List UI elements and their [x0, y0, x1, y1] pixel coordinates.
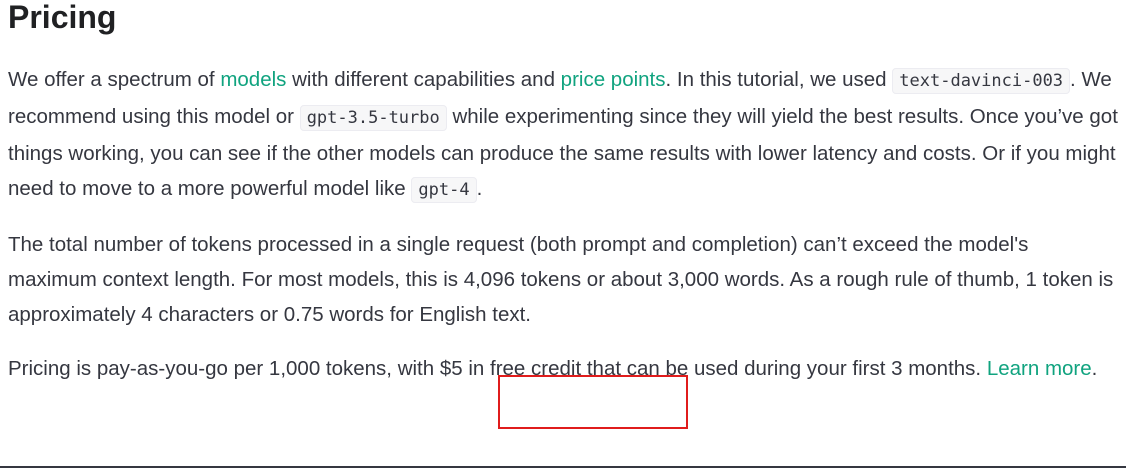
pricing-paragraph: Pricing is pay-as-you-go per 1,000 token… [8, 351, 1120, 386]
models-link[interactable]: models [220, 68, 286, 91]
text-span: . [1091, 357, 1098, 380]
text-span: with different capabilities and [286, 68, 561, 91]
divider [0, 466, 1126, 468]
inline-code-gpt-4: gpt-4 [411, 177, 477, 203]
price-points-link[interactable]: price points [561, 68, 666, 91]
page-title: Pricing [8, 0, 117, 35]
pricing-section: Pricing We offer a spectrum of models wi… [8, 0, 1120, 386]
text-span: We offer a spectrum of [8, 68, 221, 91]
text-span: . [476, 177, 483, 200]
text-span: . In this tutorial, we used [665, 68, 893, 91]
intro-paragraph: We offer a spectrum of models with diffe… [8, 62, 1120, 208]
inline-code-gpt-3-5-turbo: gpt-3.5-turbo [299, 105, 447, 131]
inline-code-text-davinci-003: text-davinci-003 [892, 68, 1071, 94]
text-span: Pricing is pay-as-you-go per 1,000 token… [8, 357, 987, 380]
learn-more-link[interactable]: Learn more [987, 357, 1092, 380]
token-limit-paragraph: The total number of tokens processed in … [8, 233, 1114, 326]
